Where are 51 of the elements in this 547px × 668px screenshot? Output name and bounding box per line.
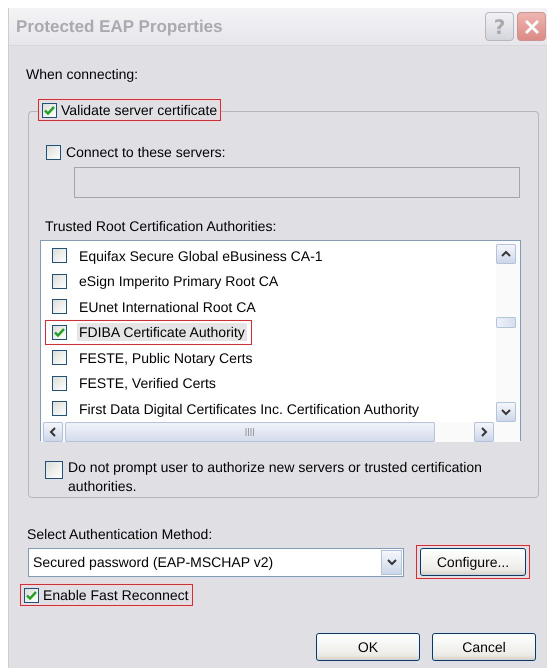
checkbox[interactable] [52, 299, 67, 314]
checkbox[interactable] [52, 274, 67, 288]
configure-button[interactable]: Configure... [420, 548, 526, 576]
scroll-left-button[interactable] [43, 422, 63, 442]
list-item[interactable]: FESTE, Public Notary Certs [45, 345, 260, 370]
list-item[interactable]: EUnet International Root CA [45, 294, 263, 319]
checkbox[interactable] [52, 401, 67, 416]
fast-reconnect-row[interactable]: Enable Fast Reconnect [20, 584, 193, 606]
vertical-scrollbar[interactable] [496, 241, 520, 422]
checkbox[interactable] [46, 144, 61, 160]
checkbox-label: Enable Fast Reconnect [43, 587, 189, 603]
item-label: eSign Imperito Primary Root CA [78, 272, 280, 290]
validate-checkbox-row[interactable]: Validate server certificate [38, 99, 222, 121]
section-label: Select Authentication Method: [27, 526, 212, 542]
scroll-thumb[interactable] [496, 317, 516, 328]
close-button[interactable] [517, 12, 546, 41]
item-label: EUnet International Root CA [78, 298, 257, 316]
close-icon [522, 18, 540, 36]
checkbox[interactable] [52, 376, 67, 390]
method-dropdown[interactable]: Secured password (EAP-MSCHAP v2) [28, 548, 404, 576]
scroll-right-button[interactable] [474, 422, 494, 442]
checkbox[interactable] [52, 324, 67, 340]
list-item[interactable]: FESTE, Verified Certs [45, 370, 223, 396]
checkbox[interactable] [24, 588, 39, 602]
list-item[interactable]: eSign Imperito Primary Root CA [45, 268, 286, 294]
list-item[interactable]: FDIBA Certificate Authority [45, 320, 252, 344]
horizontal-scrollbar[interactable] [41, 422, 520, 442]
checkbox-label: Do not prompt user to authorize new servers or trusted certification authorities. [68, 458, 483, 496]
list-item[interactable]: First Data Digital Certificates Inc. Certification Authority [45, 396, 426, 421]
checkbox-label: Validate server certificate [61, 102, 218, 118]
item-label: First Data Digital Certificates Inc. Certification Authority [78, 400, 420, 418]
checkbox[interactable] [52, 350, 67, 365]
checkbox[interactable] [45, 461, 63, 479]
grip-icon [245, 428, 255, 436]
item-label: Equifax Secure Global eBusiness CA-1 [78, 246, 324, 264]
item-label: FDIBA Certificate Authority [77, 323, 247, 341]
list-item[interactable]: Equifax Secure Global eBusiness CA-1 [45, 243, 330, 268]
checkbox[interactable] [52, 248, 67, 263]
scroll-thumb[interactable] [65, 422, 435, 442]
scroll-down-button[interactable] [496, 402, 516, 422]
scroll-up-button[interactable] [496, 244, 516, 264]
section-label: When connecting: [26, 66, 138, 82]
item-label: FESTE, Verified Certs [78, 374, 217, 392]
checkbox-label: Connect to these servers: [66, 144, 226, 160]
cancel-button[interactable]: Cancel [432, 633, 536, 661]
list-label: Trusted Root Certification Authorities: [45, 218, 276, 234]
window-title: Protected EAP Properties [16, 16, 224, 36]
checkbox[interactable] [42, 102, 57, 118]
item-label: FESTE, Public Notary Certs [78, 348, 254, 366]
ok-button[interactable]: OK [316, 633, 420, 661]
servers-input-field[interactable] [74, 167, 520, 198]
